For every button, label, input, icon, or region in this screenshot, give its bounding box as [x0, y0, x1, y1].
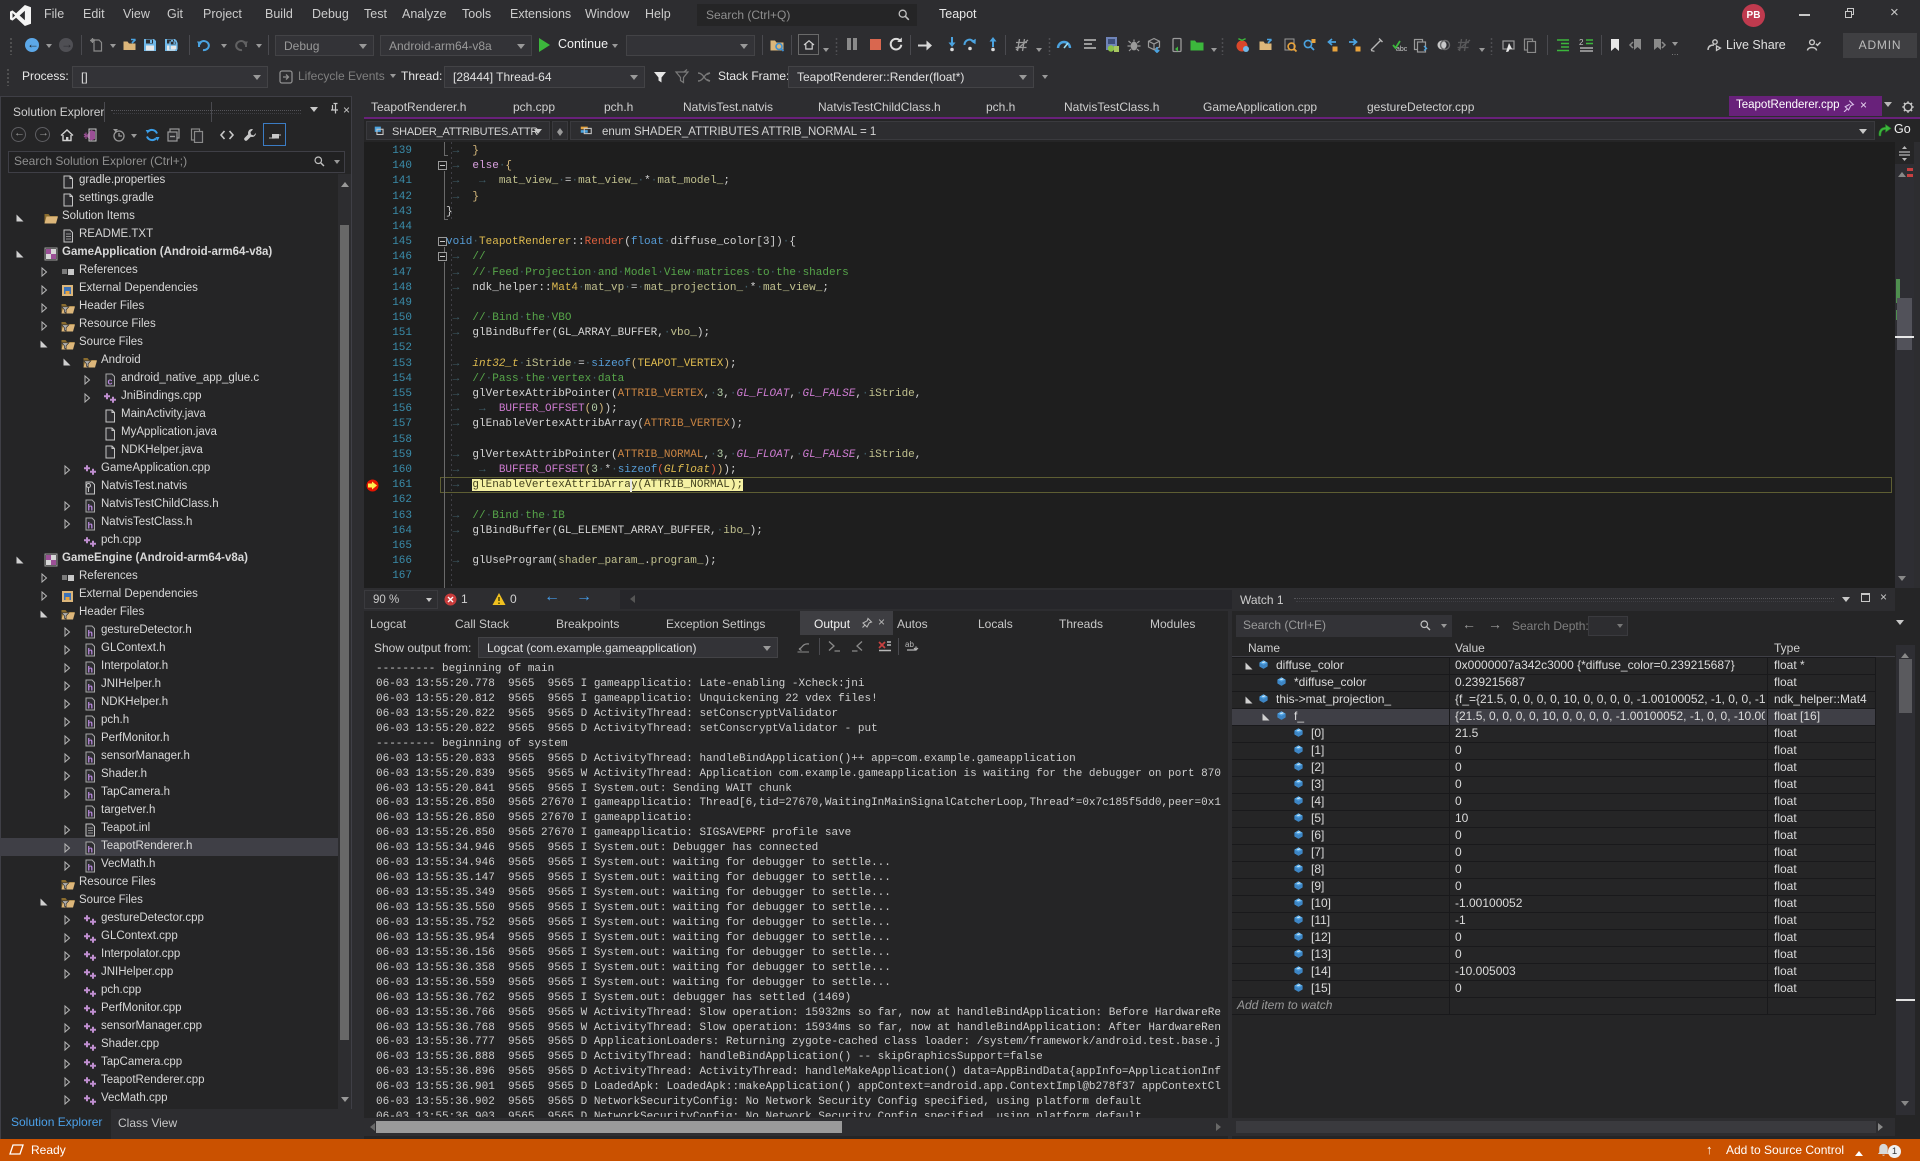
svg-text:ab: ab — [905, 640, 914, 649]
